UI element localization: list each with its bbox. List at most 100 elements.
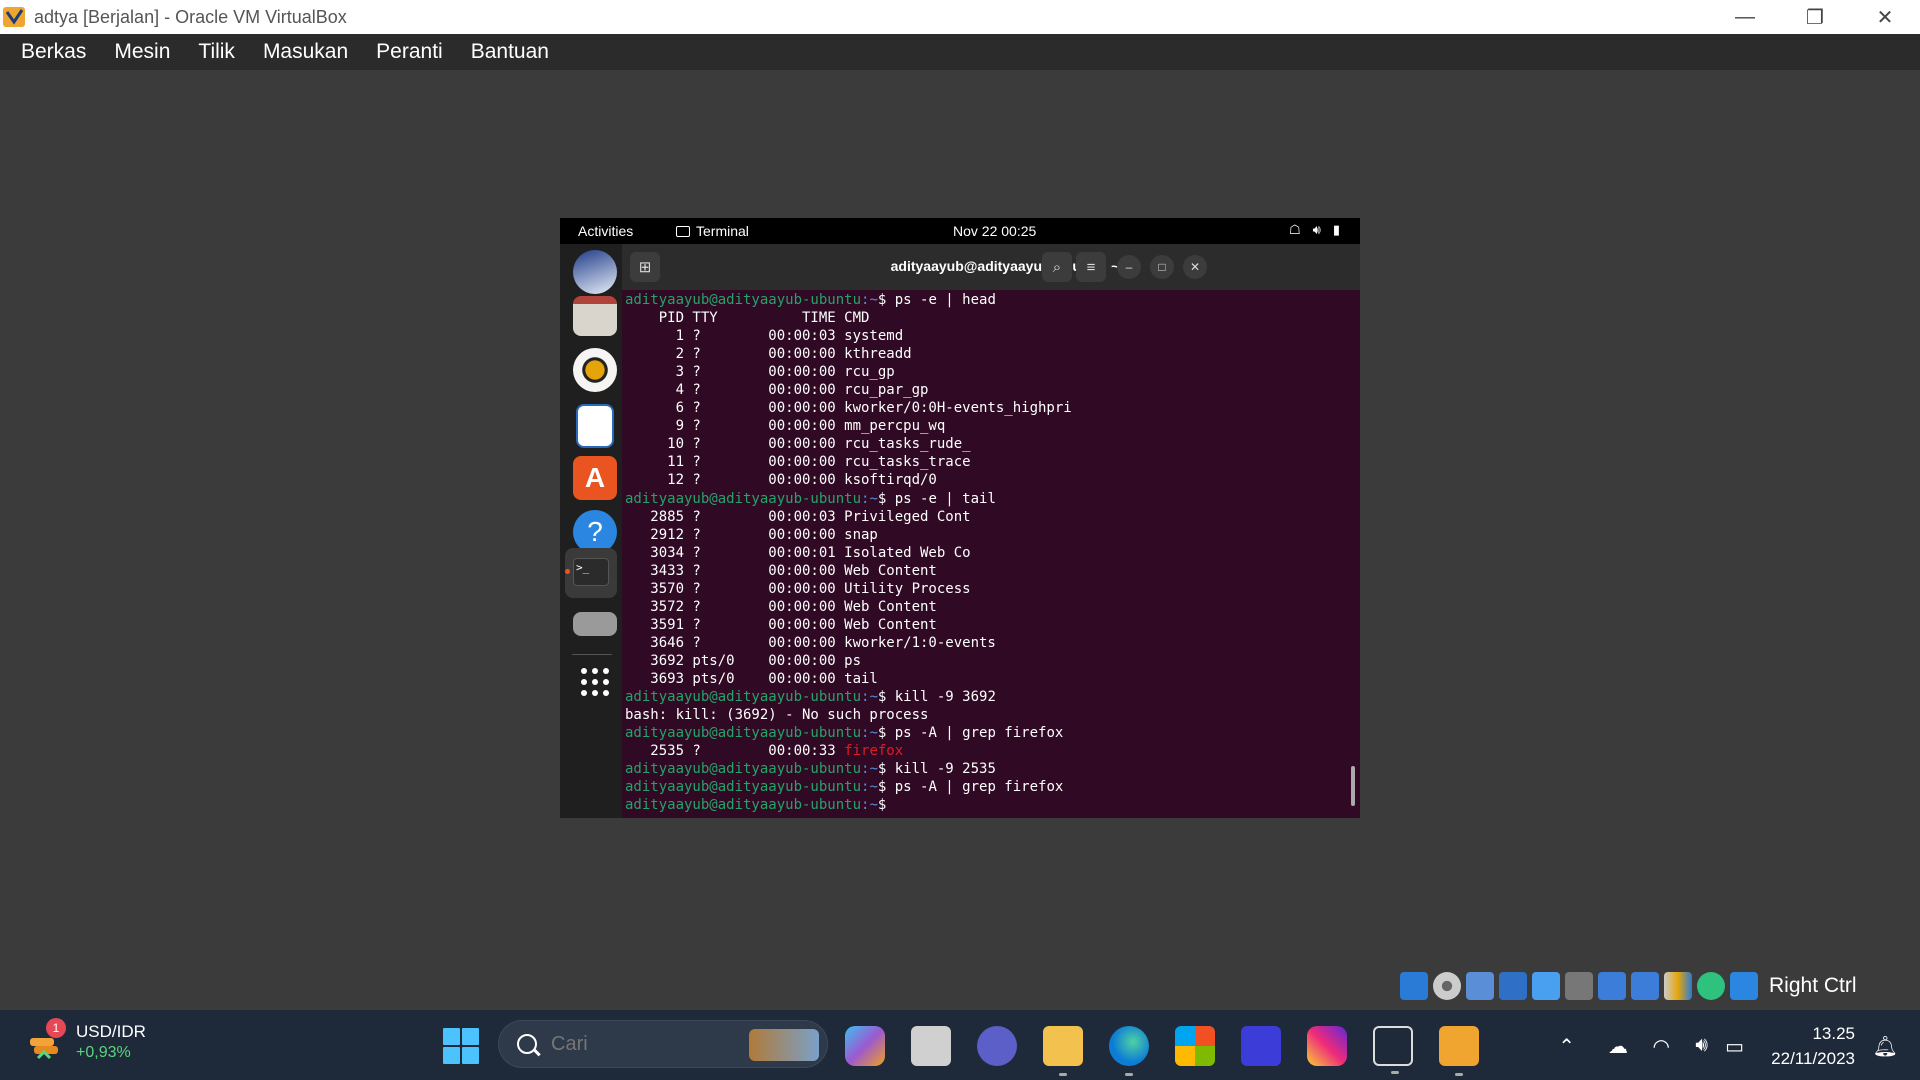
terminal-line: 3034 ? 00:00:01 Isolated Web Co (625, 544, 971, 561)
start-button[interactable] (443, 1028, 479, 1064)
copilot-icon[interactable] (845, 1026, 885, 1066)
prompt-path: :~ (861, 779, 878, 796)
recording-icon[interactable] (1631, 972, 1659, 1000)
menu-bantuan[interactable]: Bantuan (471, 40, 549, 64)
display-icon[interactable] (1598, 972, 1626, 1000)
prompt-user: adityaayub@adityaayub-ubuntu (625, 490, 862, 507)
virtualbox-vm-icon[interactable] (1439, 1026, 1479, 1076)
audio-icon[interactable] (1466, 972, 1494, 1000)
prompt-path: :~ (861, 490, 878, 507)
terminal-line: adityaayub@adityaayub-ubuntu:~$ ps -A | … (625, 778, 1360, 796)
prompt-path: :~ (861, 725, 878, 742)
onedrive-icon[interactable]: ☁ (1608, 1034, 1628, 1059)
gnome-system-tray[interactable]: ☖ 🔊︎ ▮ (1289, 222, 1340, 238)
mouse-integration-icon[interactable] (1730, 972, 1758, 1000)
restore-button[interactable]: ❐ (1780, 0, 1850, 34)
prompt-user: adityaayub@adityaayub-ubuntu (625, 779, 862, 796)
windows-taskbar: 1 USD/IDR +0,93% ⌃ ☁ ◠ 🔊︎ ▭ 13.25 22/11/… (0, 1010, 1920, 1080)
edge-icon[interactable] (1109, 1026, 1149, 1076)
task-view-icon[interactable] (911, 1026, 951, 1066)
terminal-line: 12 ? 00:00:00 ksoftirqd/0 (625, 472, 937, 489)
terminal-line: 3646 ? 00:00:00 kworker/1:0-events (625, 634, 996, 651)
thunderbird-icon[interactable] (573, 250, 617, 294)
show-apps-icon[interactable] (573, 660, 617, 704)
terminal-line: 2535 ? 00:00:33 firefox (625, 742, 1360, 760)
activities-button[interactable]: Activities (578, 223, 633, 239)
command-text: $ ps -A | grep firefox (877, 725, 1064, 742)
command-text: $ ps -e | head (877, 292, 996, 308)
terminal-line: 3572 ? 00:00:00 Web Content (625, 598, 937, 615)
window-title: adtya [Berjalan] - Oracle VM VirtualBox (34, 6, 347, 27)
file-explorer-icon[interactable] (1043, 1026, 1083, 1076)
host-key-label: Right Ctrl (1769, 974, 1857, 997)
notification-badge: 1 (46, 1018, 66, 1038)
hard-disk-icon[interactable] (1400, 972, 1428, 1000)
gnome-clock[interactable]: Nov 22 00:25 (953, 223, 1036, 239)
terminal-scrollbar[interactable] (1351, 766, 1355, 806)
battery-icon[interactable]: ▭ (1725, 1034, 1744, 1059)
files-icon[interactable] (573, 296, 617, 336)
optical-drive-icon[interactable] (1433, 972, 1461, 1000)
virtualization-icon[interactable] (1664, 972, 1692, 1000)
cpu-icon[interactable] (1697, 972, 1725, 1000)
menu-tilik[interactable]: Tilik (198, 40, 235, 64)
app-menu-terminal[interactable]: Terminal (676, 223, 749, 239)
clock-date[interactable]: 22/11/2023 (1771, 1049, 1855, 1069)
menu-button[interactable]: ≡ (1076, 252, 1106, 282)
terminal-line: 9 ? 00:00:00 mm_percpu_wq (625, 418, 946, 435)
search-button[interactable]: ⌕ (1042, 252, 1072, 282)
minimize-button[interactable]: – (1117, 255, 1141, 279)
volume-icon[interactable]: 🔊︎ (1695, 1034, 1708, 1057)
ticker-label: USD/IDR (76, 1022, 146, 1041)
terminal-line: adityaayub@adityaayub-ubuntu:~$ ps -e | … (625, 291, 1360, 309)
terminal-output[interactable]: adityaayub@adityaayub-ubuntu:~$ ps -e | … (622, 290, 1360, 818)
prompt-user: adityaayub@adityaayub-ubuntu (625, 797, 862, 814)
menu-peranti[interactable]: Peranti (376, 40, 443, 64)
terminal-headerbar: ⊞ adityaayub@adityaayub-ubuntu: ~ ⌕ ≡ – … (622, 244, 1360, 290)
output-text: 2535 ? 00:00:33 (625, 743, 845, 760)
app-icon[interactable] (1241, 1026, 1281, 1066)
stock-icon: 1 (26, 1018, 66, 1062)
terminal-icon (676, 225, 690, 237)
close-button[interactable]: ✕ (1850, 0, 1920, 34)
chevron-up-icon[interactable]: ⌃ (1558, 1034, 1575, 1059)
widgets-button[interactable]: 1 USD/IDR +0,93% (26, 1018, 146, 1062)
app-center-icon[interactable]: A (573, 456, 617, 500)
terminal-line: 2 ? 00:00:00 kthreadd (625, 346, 912, 363)
drive-icon[interactable] (573, 612, 617, 636)
taskbar-search[interactable] (498, 1020, 828, 1068)
vm-screen[interactable]: Activities Terminal Nov 22 00:25 ☖ 🔊︎ ▮ … (560, 218, 1360, 818)
close-button[interactable]: ✕ (1183, 255, 1207, 279)
menu-mesin[interactable]: Mesin (114, 40, 170, 64)
prompt-user: adityaayub@adityaayub-ubuntu (625, 761, 862, 778)
command-text: $ ps -e | tail (877, 490, 996, 507)
prompt-user: adityaayub@adityaayub-ubuntu (625, 689, 862, 706)
terminal-line: adityaayub@adityaayub-ubuntu:~$ kill -9 … (625, 760, 1360, 778)
terminal-line: 2885 ? 00:00:03 Privileged Cont (625, 508, 971, 525)
window-titlebar: adtya [Berjalan] - Oracle VM VirtualBox … (0, 0, 1920, 34)
terminal-icon: >_ (573, 558, 609, 586)
shared-folders-icon[interactable] (1565, 972, 1593, 1000)
libreoffice-writer-icon[interactable] (576, 404, 614, 448)
rhythmbox-icon[interactable] (573, 348, 617, 392)
terminal-line: PID TTY TIME CMD (625, 310, 870, 327)
microsoft-store-icon[interactable] (1175, 1026, 1215, 1066)
maximize-button[interactable]: □ (1150, 255, 1174, 279)
menu-berkas[interactable]: Berkas (21, 40, 86, 64)
terminal-line: 3570 ? 00:00:00 Utility Process (625, 580, 971, 597)
wifi-icon[interactable]: ◠ (1653, 1034, 1670, 1059)
notification-bell-icon[interactable]: 🔔︎ (1873, 1034, 1898, 1059)
instagram-icon[interactable] (1307, 1026, 1347, 1066)
minimize-button[interactable]: — (1710, 0, 1780, 34)
search-input[interactable] (551, 1032, 711, 1056)
terminal-title: adityaayub@adityaayub-ubuntu: ~ (890, 258, 1120, 274)
clock-time[interactable]: 13.25 (1812, 1024, 1855, 1044)
terminal-dock-active[interactable]: >_ (565, 548, 617, 598)
terminal-line: adityaayub@adityaayub-ubuntu:~$ ps -A | … (625, 724, 1360, 742)
virtualbox-manager-icon[interactable] (1373, 1026, 1413, 1074)
network-icon[interactable] (1499, 972, 1527, 1000)
menu-masukan[interactable]: Masukan (263, 40, 348, 64)
usb-icon[interactable] (1532, 972, 1560, 1000)
chat-icon[interactable] (977, 1026, 1017, 1066)
ubuntu-dock: A ? >_ (560, 244, 622, 818)
